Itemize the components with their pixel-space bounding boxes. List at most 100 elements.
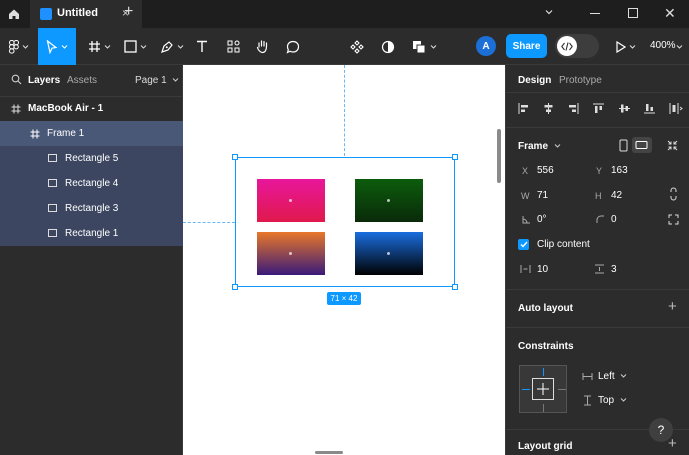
y-label: Y (596, 166, 603, 176)
corner-radius-input[interactable]: 0 (611, 214, 617, 225)
constraint-left-line[interactable] (522, 389, 530, 390)
align-right-button[interactable] (568, 101, 579, 115)
text-tool[interactable] (191, 28, 213, 65)
landscape-orientation-button[interactable] (632, 137, 652, 153)
canvas-scrollbar-horizontal[interactable] (315, 451, 343, 454)
layer-row-rectangle-1[interactable]: Rectangle 1 (0, 221, 183, 246)
x-input[interactable]: 556 (537, 165, 554, 176)
move-tool[interactable] (38, 28, 76, 65)
hand-tool[interactable] (252, 28, 274, 65)
page-selector[interactable]: Page 1 (135, 75, 179, 86)
rect-green[interactable] (355, 179, 423, 222)
pen-tool[interactable] (155, 28, 189, 65)
shrink-to-fit-icon[interactable] (667, 140, 678, 151)
chevron-down-icon (629, 45, 636, 49)
new-tab-button[interactable]: + (124, 3, 133, 21)
center-dot (387, 199, 390, 202)
align-left-button[interactable] (518, 101, 529, 115)
vertical-constraint-value: Top (598, 395, 615, 406)
align-bottom-button[interactable] (643, 101, 655, 115)
horizontal-constraint-select[interactable]: Left (598, 371, 627, 382)
y-input[interactable]: 163 (611, 165, 628, 176)
measurement-guide-horizontal (183, 222, 235, 223)
add-auto-layout-button[interactable]: + (668, 298, 677, 315)
comment-bubble-icon (286, 40, 300, 54)
components-button[interactable] (346, 28, 368, 65)
dev-mode-toggle[interactable] (555, 34, 599, 58)
chevron-down-icon (173, 78, 179, 82)
canvas-scrollbar-vertical[interactable] (497, 129, 501, 183)
rotation-input[interactable]: 0° (537, 214, 547, 225)
rect-orange[interactable] (257, 232, 325, 275)
close-window-button[interactable]: ✕ (664, 5, 676, 22)
layer-row-rectangle-4[interactable]: Rectangle 4 (0, 171, 183, 196)
width-input[interactable]: 71 (537, 190, 548, 201)
rectangle-icon (48, 204, 57, 212)
clip-content-checkbox[interactable] (518, 239, 529, 250)
rect-blue[interactable] (355, 232, 423, 275)
align-top-icon (593, 103, 605, 113)
layer-row-macbook-air[interactable]: MacBook Air - 1 (0, 96, 183, 121)
minimize-button[interactable] (590, 13, 600, 14)
distribute-button[interactable] (669, 101, 683, 115)
tab-design[interactable]: Design (518, 75, 551, 86)
home-button[interactable] (0, 0, 28, 28)
resize-handle-top-right[interactable] (452, 154, 458, 160)
design-canvas[interactable]: 71 × 42 (183, 65, 505, 455)
constraint-bottom-line[interactable] (543, 404, 544, 412)
layer-row-rectangle-5[interactable]: Rectangle 5 (0, 146, 183, 171)
search-icon[interactable] (11, 74, 22, 85)
resize-handle-bottom-left[interactable] (232, 284, 238, 290)
resize-handle-top-left[interactable] (232, 154, 238, 160)
resources-tool[interactable] (222, 28, 244, 65)
selected-frame[interactable] (232, 154, 458, 290)
constraints-widget[interactable] (519, 365, 567, 413)
user-avatar[interactable]: A (476, 36, 496, 56)
vertical-constraint-select[interactable]: Top (598, 395, 627, 406)
tab-assets[interactable]: Assets (67, 75, 97, 86)
align-top-button[interactable] (593, 101, 605, 115)
comment-tool[interactable] (282, 28, 304, 65)
resize-handle-bottom-right[interactable] (452, 284, 458, 290)
size-badge: 71 × 42 (327, 292, 361, 305)
alignment-toolbar (518, 101, 683, 115)
help-button[interactable]: ? (649, 418, 673, 442)
padding-input[interactable]: 3 (611, 264, 617, 275)
mask-button[interactable] (377, 28, 399, 65)
chevron-down-icon (22, 45, 29, 49)
frame-hash-icon (11, 104, 21, 114)
chevron-down-icon (621, 374, 627, 378)
shape-tool[interactable] (118, 28, 152, 65)
align-center-v-button[interactable] (618, 101, 630, 115)
main-menu-button[interactable] (4, 28, 34, 65)
maximize-button[interactable] (628, 8, 638, 18)
tab-prototype[interactable]: Prototype (559, 75, 602, 86)
measurement-guide-vertical (344, 65, 345, 156)
file-icon (40, 8, 52, 20)
spacing-input[interactable]: 10 (537, 264, 548, 275)
pen-icon (161, 40, 173, 53)
rotation-icon (522, 216, 530, 224)
portrait-orientation-icon[interactable] (619, 139, 628, 152)
constraint-top-line[interactable] (543, 368, 544, 376)
layer-row-rectangle-3[interactable]: Rectangle 3 (0, 196, 183, 221)
tab-layers[interactable]: Layers (28, 75, 60, 86)
independent-corners-icon[interactable] (668, 214, 679, 225)
align-center-h-button[interactable] (543, 101, 554, 115)
constrain-proportions-icon[interactable] (669, 187, 678, 201)
boolean-ops-button[interactable] (408, 28, 440, 65)
contrast-mask-icon (381, 40, 395, 53)
layer-row-frame-1[interactable]: Frame 1 (0, 121, 183, 146)
share-button[interactable]: Share (506, 34, 547, 58)
frame-hash-icon (88, 41, 100, 52)
tabs-menu-button[interactable] (544, 7, 554, 20)
rectangle-icon (48, 179, 57, 187)
present-button[interactable] (612, 28, 640, 65)
zoom-level[interactable]: 400% (650, 40, 676, 51)
rect-pink[interactable] (257, 179, 325, 222)
frame-section-title[interactable]: Frame (518, 141, 561, 152)
height-input[interactable]: 42 (611, 190, 622, 201)
file-tab-title: Untitled (57, 7, 98, 19)
frame-tool[interactable] (82, 28, 116, 65)
constraint-right-line[interactable] (558, 389, 566, 390)
